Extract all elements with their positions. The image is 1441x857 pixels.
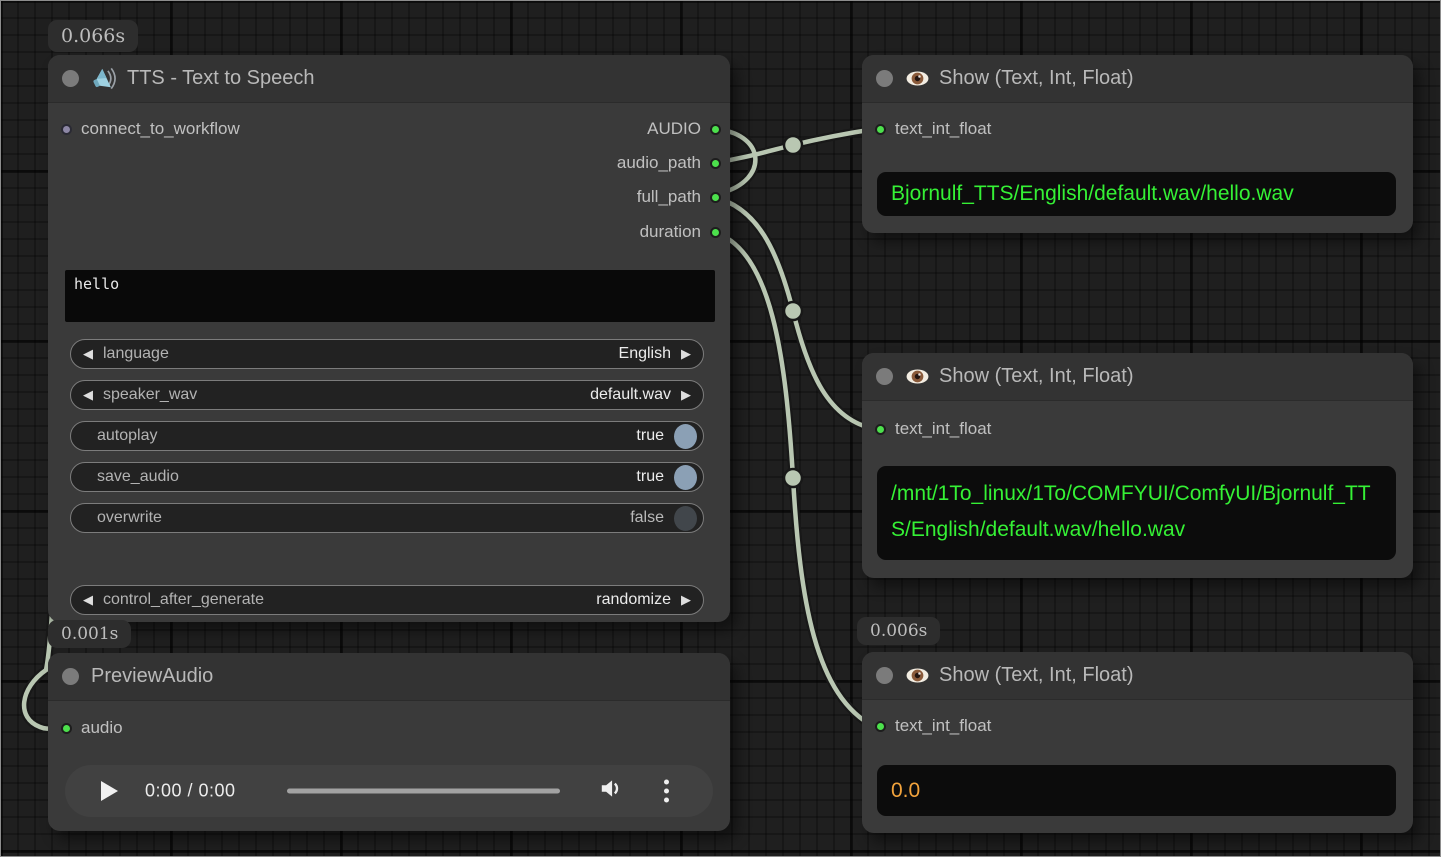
node-preview-audio[interactable]: PreviewAudio audio 0:00 / 0:00 [48, 653, 730, 831]
preview-node-title: PreviewAudio [91, 665, 213, 688]
toggle-knob-off[interactable] [674, 506, 697, 531]
input-slot-text-int-float[interactable]: text_int_float [875, 119, 991, 139]
preview-node-header[interactable]: PreviewAudio [48, 653, 730, 701]
exec-time-badge-preview: 0.001s [48, 620, 131, 648]
collapse-dot[interactable] [876, 667, 893, 684]
show3-title: Show (Text, Int, Float) [905, 663, 1134, 688]
widget-overwrite-toggle[interactable]: overwrite false [70, 503, 704, 533]
input-slot-audio[interactable]: audio [61, 718, 123, 738]
play-button-icon[interactable] [101, 781, 118, 801]
eye-icon [905, 66, 930, 91]
increment-arrow-icon[interactable]: ▶ [681, 389, 691, 402]
collapse-dot[interactable] [876, 70, 893, 87]
widget-save-audio-toggle[interactable]: save_audio true [70, 462, 704, 492]
show1-value-display[interactable]: Bjornulf_TTS/English/default.wav/hello.w… [877, 172, 1396, 216]
increment-arrow-icon[interactable]: ▶ [681, 348, 691, 361]
show3-value-display[interactable]: 0.0 [877, 765, 1396, 816]
show3-header[interactable]: Show (Text, Int, Float) [862, 652, 1413, 700]
show2-value-display[interactable]: /mnt/1To_linux/1To/COMFYUI/ComfyUI/Bjorn… [877, 466, 1396, 560]
reroute-dot[interactable] [784, 302, 802, 320]
increment-arrow-icon[interactable]: ▶ [681, 594, 691, 607]
node-show-text-int-float-1[interactable]: Show (Text, Int, Float) text_int_float B… [862, 55, 1413, 233]
prompt-textarea[interactable]: hello [65, 270, 715, 322]
reroute-dot[interactable] [784, 469, 802, 487]
toggle-knob-on[interactable] [674, 465, 697, 490]
widget-control-after-generate[interactable]: ◀ control_after_generate randomize ▶ [70, 585, 704, 615]
show2-header[interactable]: Show (Text, Int, Float) [862, 353, 1413, 401]
input-slot-connect-to-workflow[interactable]: connect_to_workflow [61, 119, 240, 139]
eye-icon [905, 364, 930, 389]
decrement-arrow-icon[interactable]: ◀ [83, 594, 93, 607]
speaker-megaphone-icon [91, 65, 118, 92]
widget-autoplay-toggle[interactable]: autoplay true [70, 421, 704, 451]
seek-bar[interactable] [287, 789, 560, 794]
eye-icon [905, 663, 930, 688]
input-dot[interactable] [875, 721, 886, 732]
input-slot-text-int-float[interactable]: text_int_float [875, 419, 991, 439]
widget-language[interactable]: ◀ language English ▶ [70, 339, 704, 369]
input-dot[interactable] [61, 124, 72, 135]
input-slot-text-int-float[interactable]: text_int_float [875, 716, 991, 736]
exec-time-badge-tts: 0.066s [48, 20, 138, 52]
collapse-dot[interactable] [62, 70, 79, 87]
playback-time: 0:00 / 0:00 [145, 781, 236, 802]
output-slot-audio-path[interactable]: audio_path [617, 153, 721, 173]
input-dot[interactable] [875, 124, 886, 135]
widget-speaker-wav[interactable]: ◀ speaker_wav default.wav ▶ [70, 380, 704, 410]
collapse-dot[interactable] [62, 668, 79, 685]
show1-header[interactable]: Show (Text, Int, Float) [862, 55, 1413, 103]
exec-time-badge-show-float: 0.006s [857, 617, 940, 645]
output-dot[interactable] [710, 124, 721, 135]
show1-title: Show (Text, Int, Float) [905, 66, 1134, 91]
toggle-knob-on[interactable] [674, 424, 697, 449]
collapse-dot[interactable] [876, 368, 893, 385]
node-tts-text-to-speech[interactable]: TTS - Text to Speech connect_to_workflow… [48, 55, 730, 622]
output-slot-audio[interactable]: AUDIO [647, 119, 721, 139]
input-dot[interactable] [61, 723, 72, 734]
decrement-arrow-icon[interactable]: ◀ [83, 389, 93, 402]
player-menu-icon[interactable] [664, 780, 669, 803]
node-graph-canvas[interactable]: 0.066s 0.001s 0.006s TTS - Text to Speec… [0, 0, 1441, 857]
output-dot[interactable] [710, 192, 721, 203]
output-slot-duration[interactable]: duration [640, 222, 721, 242]
volume-icon[interactable] [598, 776, 624, 807]
output-slot-full-path[interactable]: full_path [637, 187, 721, 207]
reroute-dot[interactable] [784, 136, 802, 154]
tts-node-header[interactable]: TTS - Text to Speech [48, 55, 730, 103]
output-dot[interactable] [710, 158, 721, 169]
input-dot[interactable] [875, 424, 886, 435]
audio-player[interactable]: 0:00 / 0:00 [65, 765, 713, 817]
output-dot[interactable] [710, 227, 721, 238]
show2-title: Show (Text, Int, Float) [905, 364, 1134, 389]
decrement-arrow-icon[interactable]: ◀ [83, 348, 93, 361]
tts-node-title: TTS - Text to Speech [91, 65, 315, 92]
node-show-text-int-float-3[interactable]: Show (Text, Int, Float) text_int_float 0… [862, 652, 1413, 833]
node-show-text-int-float-2[interactable]: Show (Text, Int, Float) text_int_float /… [862, 353, 1413, 578]
